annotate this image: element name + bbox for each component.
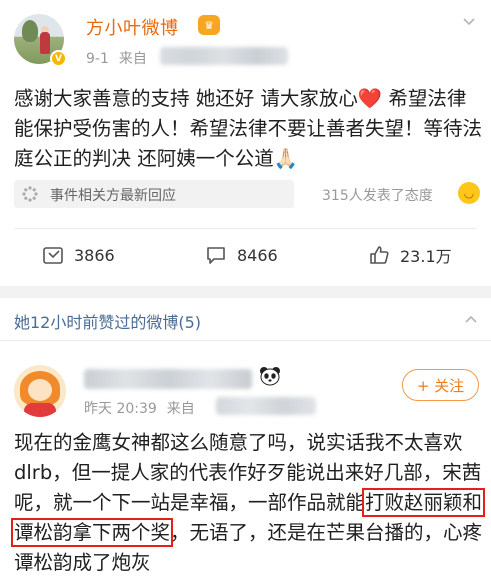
repost-count: 3866 bbox=[74, 245, 115, 265]
smile-emoji-icon[interactable]: ◡ bbox=[458, 182, 480, 204]
source-label: 来自 bbox=[118, 51, 147, 67]
comment-button[interactable]: 8466 bbox=[205, 242, 278, 268]
post-date: 9-1 bbox=[86, 51, 109, 67]
like-button[interactable]: 23.1万 bbox=[368, 242, 452, 268]
topic-spinner-icon bbox=[22, 186, 38, 202]
vip-crown-icon: ♛ bbox=[198, 15, 220, 35]
comment-count: 8466 bbox=[237, 245, 278, 265]
avatar[interactable] bbox=[14, 365, 66, 417]
repost-icon bbox=[42, 244, 64, 266]
blurred-source bbox=[160, 47, 288, 65]
comment-icon bbox=[205, 244, 227, 266]
attitude-count[interactable]: 315人发表了态度 bbox=[322, 185, 433, 205]
divider bbox=[14, 228, 477, 229]
post-text: 感谢大家善意的支持 她还好 请大家放心❤️ 希望法律能保护受伤害的人！希望法律不… bbox=[14, 87, 483, 170]
section-separator bbox=[0, 286, 491, 298]
verified-badge-icon: V bbox=[50, 50, 67, 67]
liked-section-header[interactable]: 她12小时前赞过的微博(5) bbox=[14, 309, 201, 333]
like-count: 23.1万 bbox=[400, 247, 452, 266]
blurred-username[interactable] bbox=[84, 369, 252, 389]
topic-card[interactable]: 事件相关方最新回应 bbox=[14, 180, 294, 208]
follow-button[interactable]: + 关注 bbox=[402, 369, 479, 401]
username[interactable]: 方小叶微博 bbox=[86, 14, 179, 40]
post-time: 昨天 20:39 bbox=[84, 401, 157, 417]
post-meta: 9-1 来自 bbox=[86, 48, 147, 68]
post-meta: 昨天 20:39 来自 bbox=[84, 398, 195, 418]
thumbs-up-icon bbox=[368, 244, 390, 266]
chevron-down-icon[interactable] bbox=[462, 14, 476, 28]
repost-button[interactable]: 3866 bbox=[42, 242, 115, 268]
panda-icon bbox=[259, 366, 281, 386]
weibo-post-1: V 方小叶微博 ♛ 9-1 来自 感谢大家善意的支持 她还好 请大家放心❤️ 希望… bbox=[0, 0, 491, 286]
divider bbox=[0, 340, 491, 341]
blurred-source bbox=[216, 397, 316, 415]
chevron-up-icon[interactable] bbox=[464, 311, 478, 325]
post-text: 现在的金鹰女神都这么随意了吗，说实话我不太喜欢dlrb，但一提人家的代表作好歹能… bbox=[10, 428, 489, 578]
topic-label: 事件相关方最新回应 bbox=[50, 188, 176, 204]
source-label: 来自 bbox=[166, 401, 195, 417]
